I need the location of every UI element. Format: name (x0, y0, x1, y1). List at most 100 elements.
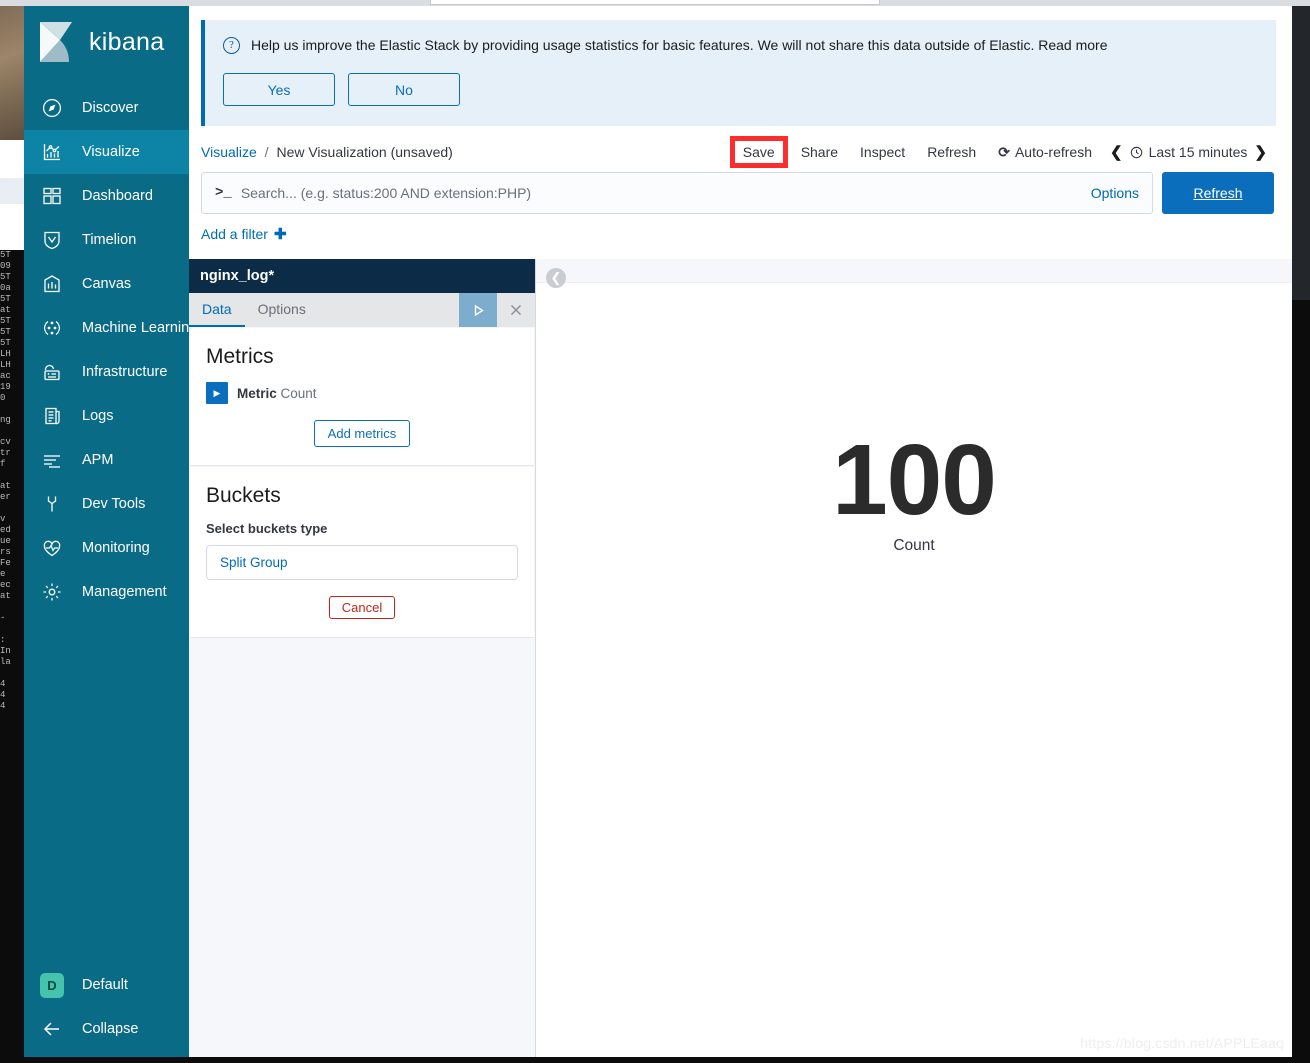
breadcrumb-visualize[interactable]: Visualize (201, 144, 257, 160)
plus-icon: ✚ (273, 226, 287, 243)
sidebar-item-label: Timelion (82, 232, 137, 248)
tab-data[interactable]: Data (189, 293, 245, 327)
telemetry-no-button[interactable]: No (348, 73, 460, 106)
inspect-button[interactable]: Inspect (849, 144, 916, 160)
sidebar-item-infrastructure[interactable]: Infrastructure (24, 350, 189, 394)
top-toolbar-row: Visualize / New Visualization (unsaved) … (189, 132, 1292, 172)
metric-summary: Metric Count (237, 386, 317, 401)
sidebar-item-dev-tools[interactable]: Dev Tools (24, 482, 189, 526)
sidebar-nav-list: Discover Visualize Dashboard Timelion Ca… (24, 86, 197, 614)
time-range-label: Last 15 minutes (1148, 144, 1248, 160)
buckets-heading: Buckets (206, 484, 281, 507)
buckets-select-label: Select buckets type (206, 521, 328, 536)
save-button-highlight: Save (729, 136, 788, 168)
visualization-toolbar: Save Share Inspect Refresh ⟳ Auto-refres… (729, 136, 1274, 168)
sidebar-item-canvas[interactable]: Canvas (24, 262, 189, 306)
metric-visualization: 100 Count (536, 259, 1292, 1057)
background-photo (0, 0, 24, 140)
query-refresh-button[interactable]: Refresh (1162, 172, 1274, 214)
dashboard-grid-icon (40, 184, 64, 208)
sidebar-item-label: Monitoring (82, 540, 150, 556)
collapse-label: Collapse (82, 1021, 139, 1037)
refresh-button[interactable]: Refresh (916, 144, 987, 160)
ml-nodes-icon (40, 316, 64, 340)
time-previous-button[interactable]: ❮ (1103, 143, 1130, 161)
cancel-bucket-button[interactable]: Cancel (328, 596, 396, 619)
sidebar-collapse-button[interactable]: Collapse (24, 1007, 189, 1051)
metric-caption: Count (893, 536, 935, 554)
background-window-strip (0, 178, 24, 204)
space-label: Default (82, 977, 128, 993)
telemetry-banner: ? Help us improve the Elastic Stack by p… (201, 20, 1276, 126)
metric-agg: Count (280, 385, 317, 401)
sidebar-footer: D Default Collapse (24, 963, 189, 1051)
save-button[interactable]: Save (743, 144, 775, 160)
metrics-heading: Metrics (206, 345, 274, 368)
telemetry-yes-button[interactable]: Yes (223, 73, 335, 106)
kibana-logo[interactable]: kibana (24, 6, 189, 78)
compass-icon (40, 96, 64, 120)
question-mark-icon: ? (223, 37, 240, 54)
background-top-window (430, 0, 880, 5)
sidebar-item-label: Visualize (82, 144, 140, 160)
background-right-dark (1292, 300, 1310, 1063)
sidebar-item-discover[interactable]: Discover (24, 86, 189, 130)
auto-refresh-button[interactable]: ⟳ Auto-refresh (987, 144, 1103, 161)
query-options-button[interactable]: Options (1091, 185, 1139, 201)
sidebar-item-label: Dashboard (82, 188, 153, 204)
buckets-panel: Buckets Select buckets type Split Group … (190, 467, 534, 638)
sidebar-item-monitoring[interactable]: Monitoring (24, 526, 189, 570)
canvas-icon (40, 272, 64, 296)
time-next-button[interactable]: ❯ (1247, 143, 1274, 161)
breadcrumb-current: New Visualization (unsaved) (276, 144, 453, 160)
sidebar-item-space-default[interactable]: D Default (24, 963, 189, 1007)
sidebar-item-machine-learning[interactable]: Machine Learning (24, 306, 197, 350)
kibana-mark-icon (38, 22, 76, 62)
console-prompt-icon: >_ (215, 185, 232, 201)
editor-tabs: Data Options (189, 293, 535, 327)
background-bottom-strip (0, 1057, 1310, 1063)
filter-bar: Add a filter ✚ (189, 214, 1292, 254)
sidebar-item-dashboard[interactable]: Dashboard (24, 174, 189, 218)
tabs-spacer (319, 293, 459, 327)
sidebar-item-apm[interactable]: APM (24, 438, 189, 482)
index-pattern-title: nginx_log* (189, 259, 535, 293)
gear-icon (40, 580, 64, 604)
logs-document-icon (40, 404, 64, 428)
add-metrics-button[interactable]: Add metrics (313, 420, 411, 447)
sidebar-item-label: Discover (82, 100, 139, 116)
close-icon (511, 305, 521, 315)
search-input[interactable]: >_ Search... (e.g. status:200 AND extens… (201, 172, 1153, 214)
sidebar-item-logs[interactable]: Logs (24, 394, 189, 438)
add-filter-button[interactable]: Add a filter ✚ (201, 225, 287, 243)
share-button[interactable]: Share (790, 144, 849, 160)
apply-changes-button[interactable] (459, 293, 497, 327)
sidebar-item-label: Machine Learning (82, 320, 198, 336)
sidebar-item-timelion[interactable]: Timelion (24, 218, 189, 262)
expand-metric-icon[interactable]: ▶ (206, 382, 228, 404)
discard-changes-button[interactable] (497, 293, 535, 327)
metrics-panel: Metrics ▶ Metric Count Add metrics (190, 328, 534, 466)
sidebar-item-label: APM (82, 452, 114, 468)
add-filter-label: Add a filter (201, 226, 268, 242)
bucket-type-select[interactable]: Split Group (206, 545, 518, 580)
visualization-editor-panel: nginx_log* Data Options Metrics ▶ Metric… (189, 259, 540, 1057)
banner-message: Help us improve the Elastic Stack by pro… (251, 37, 1108, 53)
sidebar-item-label: Logs (82, 408, 114, 424)
visualization-pane: ❮ 100 Count https://blog.csdn.net/APPLEa… (536, 259, 1292, 1057)
metric-row[interactable]: ▶ Metric Count (206, 382, 518, 404)
sidebar-item-management[interactable]: Management (24, 570, 189, 614)
refresh-cycle-icon: ⟳ (998, 143, 1010, 160)
sidebar-item-visualize[interactable]: Visualize (24, 130, 189, 174)
metric-value: 100 (832, 423, 997, 536)
wrench-icon (40, 492, 64, 516)
auto-refresh-label: Auto-refresh (1014, 144, 1092, 160)
tab-options[interactable]: Options (245, 293, 319, 327)
breadcrumb: Visualize / New Visualization (unsaved) (201, 144, 453, 160)
heartbeat-icon (40, 536, 64, 560)
kibana-app: kibana Discover Visualize Dashboard Time… (24, 6, 1292, 1057)
space-avatar: D (40, 972, 64, 998)
sidebar-item-label: Infrastructure (82, 364, 168, 380)
time-picker-button[interactable]: Last 15 minutes (1130, 144, 1248, 160)
sidebar-item-label: Dev Tools (82, 496, 146, 512)
